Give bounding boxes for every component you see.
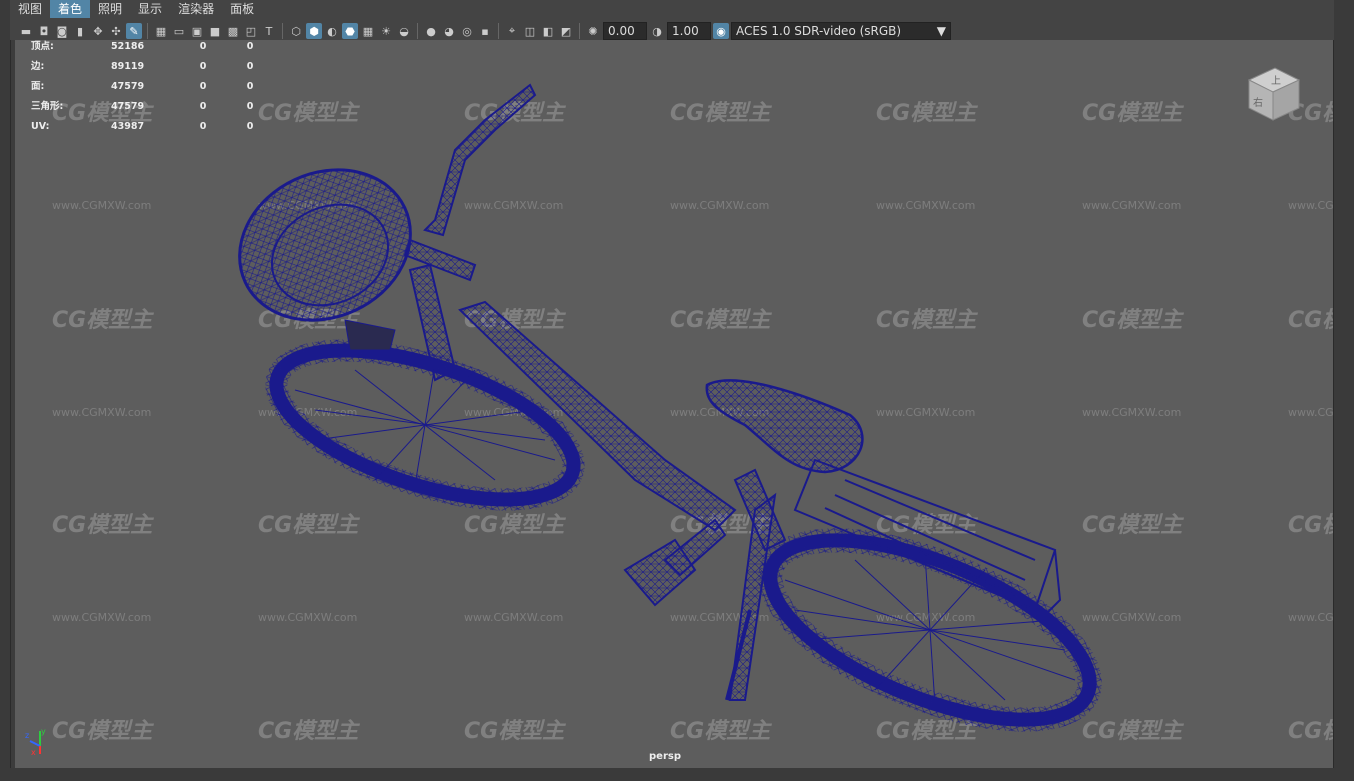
axis-y-label: y <box>41 727 46 736</box>
exposure-icon[interactable]: ✺ <box>585 23 601 39</box>
gamma-icon[interactable]: ◑ <box>649 23 665 39</box>
safe-action-icon[interactable]: ◰ <box>243 23 259 39</box>
grid-icon[interactable]: ▦ <box>153 23 169 39</box>
2d-pan-zoom-icon[interactable]: ✥ <box>90 23 106 39</box>
gamma-field[interactable]: 1.00 <box>667 22 711 40</box>
view-cube-front-label: 右 <box>1253 96 1263 109</box>
rear-wheel <box>758 528 1102 732</box>
viewport-panel-header: 视图 着色 照明 显示 渲染器 面板 ▬ ◘ ◙ ▮ ✥ ✣ ✎ ▦ ▭ ▣ ■… <box>10 0 1334 40</box>
gate-mask-icon[interactable]: ■ <box>207 23 223 39</box>
image-plane-icon[interactable]: ▮ <box>72 23 88 39</box>
view-transform-value: ACES 1.0 SDR-video (sRGB) <box>736 24 902 38</box>
viewport-toolbar: ▬ ◘ ◙ ▮ ✥ ✣ ✎ ▦ ▭ ▣ ■ ▩ ◰ T ⬡ ⬢ ◐ ⬣ ▦ ☀ … <box>10 20 1334 42</box>
menu-panels[interactable]: 面板 <box>222 0 262 18</box>
resolution-gate-icon[interactable]: ▣ <box>189 23 205 39</box>
camera-attributes-icon[interactable]: ◘ <box>36 23 52 39</box>
wireframe-icon[interactable]: ⬡ <box>288 23 304 39</box>
menu-show[interactable]: 显示 <box>130 0 170 18</box>
left-dock <box>0 0 11 781</box>
menu-view[interactable]: 视图 <box>10 0 50 18</box>
view-cube-top-label: 上 <box>1271 75 1281 87</box>
frame <box>408 263 787 701</box>
saddle <box>705 379 864 474</box>
wireframe-on-shaded-icon[interactable]: ⬣ <box>342 23 358 39</box>
view-cube[interactable]: 上 右 <box>1237 58 1307 128</box>
default-material-icon[interactable]: ◐ <box>324 23 340 39</box>
menu-shading[interactable]: 着色 <box>50 0 91 18</box>
color-management-icon[interactable]: ◉ <box>713 23 729 39</box>
motion-blur-icon[interactable]: ◕ <box>441 23 457 39</box>
screen-space-ao-icon[interactable]: ● <box>423 23 439 39</box>
right-dock <box>1333 0 1354 781</box>
field-chart-icon[interactable]: ▩ <box>225 23 241 39</box>
axis-z-label: z <box>25 731 29 740</box>
axis-x-label: x <box>31 748 36 756</box>
maya-window: 视图 着色 照明 显示 渲染器 面板 ▬ ◘ ◙ ▮ ✥ ✣ ✎ ▦ ▭ ▣ ■… <box>0 0 1354 781</box>
view-transform-dropdown[interactable]: ACES 1.0 SDR-video (sRGB) ▼ <box>731 22 951 40</box>
move-icon[interactable]: ✣ <box>108 23 124 39</box>
grease-pencil-icon[interactable]: ✎ <box>126 23 142 39</box>
smooth-shade-icon[interactable]: ⬢ <box>306 23 322 39</box>
anti-aliasing-icon[interactable]: ◎ <box>459 23 475 39</box>
chevron-down-icon: ▼ <box>936 24 946 38</box>
depth-of-field-icon[interactable]: ▪ <box>477 23 493 39</box>
toolbar-divider <box>579 23 580 39</box>
bicycle-wireframe-model <box>238 83 1102 732</box>
shadows-icon[interactable]: ◒ <box>396 23 412 39</box>
use-all-lights-icon[interactable]: ☀ <box>378 23 394 39</box>
toolbar-divider <box>417 23 418 39</box>
xray-active-icon[interactable]: ◧ <box>540 23 556 39</box>
isolate-select-icon[interactable]: ⌖ <box>504 23 520 39</box>
bottom-bar <box>0 768 1354 781</box>
camera-name-label: persp <box>649 751 681 762</box>
perspective-viewport[interactable]: 顶点: 52186 0 0 边: 89119 0 0 面: 47579 0 0 三角形: 47579… <box>15 40 1333 768</box>
film-gate-icon[interactable]: ▭ <box>171 23 187 39</box>
handlebar <box>403 83 537 282</box>
toolbar-divider <box>147 23 148 39</box>
select-camera-icon[interactable]: ▬ <box>18 23 34 39</box>
panel-menubar: 视图 着色 照明 显示 渲染器 面板 <box>10 0 262 18</box>
toolbar-divider <box>498 23 499 39</box>
textured-icon[interactable]: ▦ <box>360 23 376 39</box>
basket <box>238 168 412 351</box>
exposure-field[interactable]: 0.00 <box>603 22 647 40</box>
axis-gizmo: y z x <box>25 727 46 756</box>
menu-renderer[interactable]: 渲染器 <box>170 0 222 18</box>
toolbar-divider <box>282 23 283 39</box>
safe-title-icon[interactable]: T <box>261 23 277 39</box>
pedal <box>623 518 727 607</box>
xray-icon[interactable]: ◫ <box>522 23 538 39</box>
xray-joints-icon[interactable]: ◩ <box>558 23 574 39</box>
bookmark-icon[interactable]: ◙ <box>54 23 70 39</box>
menu-lighting[interactable]: 照明 <box>90 0 130 18</box>
